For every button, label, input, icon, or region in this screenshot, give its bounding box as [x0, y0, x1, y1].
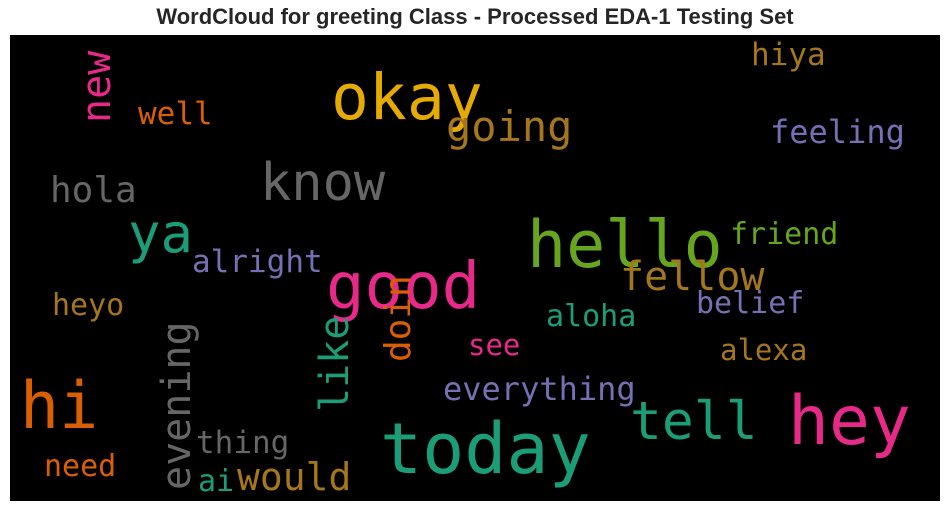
word-well: well [138, 96, 213, 132]
word-today: today [380, 408, 591, 490]
word-would: would [237, 455, 351, 499]
word-hey: hey [788, 382, 911, 461]
word-friend: friend [730, 217, 838, 252]
word-alexa: alexa [720, 333, 807, 367]
word-new: new [74, 50, 120, 123]
word-see: see [468, 328, 520, 362]
word-know: know [260, 153, 386, 213]
word-doin: doin [378, 275, 419, 362]
word-heyo: heyo [52, 288, 124, 323]
word-alright: alright [192, 244, 323, 280]
word-going: going [446, 102, 572, 151]
word-like: like [312, 316, 358, 412]
word-need: need [44, 449, 116, 484]
word-ya: ya [128, 202, 193, 265]
wordcloud-canvas: hey today hello good okay hi know ya tell going fe… [10, 35, 940, 501]
word-aloha: aloha [546, 299, 636, 334]
word-belief: belief [696, 286, 804, 321]
wordcloud-svg: heytodayhellogoodokayhiknowyatellgoingfe… [20, 37, 911, 499]
word-feeling: feeling [770, 113, 905, 151]
word-everything: everything [443, 370, 636, 408]
word-evening: evening [154, 321, 200, 490]
word-hi: hi [20, 369, 98, 444]
chart-title: WordCloud for greeting Class - Processed… [156, 4, 794, 29]
word-hola: hola [50, 170, 137, 211]
word-hiya: hiya [751, 37, 826, 73]
word-thing: thing [196, 425, 289, 461]
word-ai: ai [198, 464, 234, 499]
word-tell: tell [630, 391, 758, 452]
